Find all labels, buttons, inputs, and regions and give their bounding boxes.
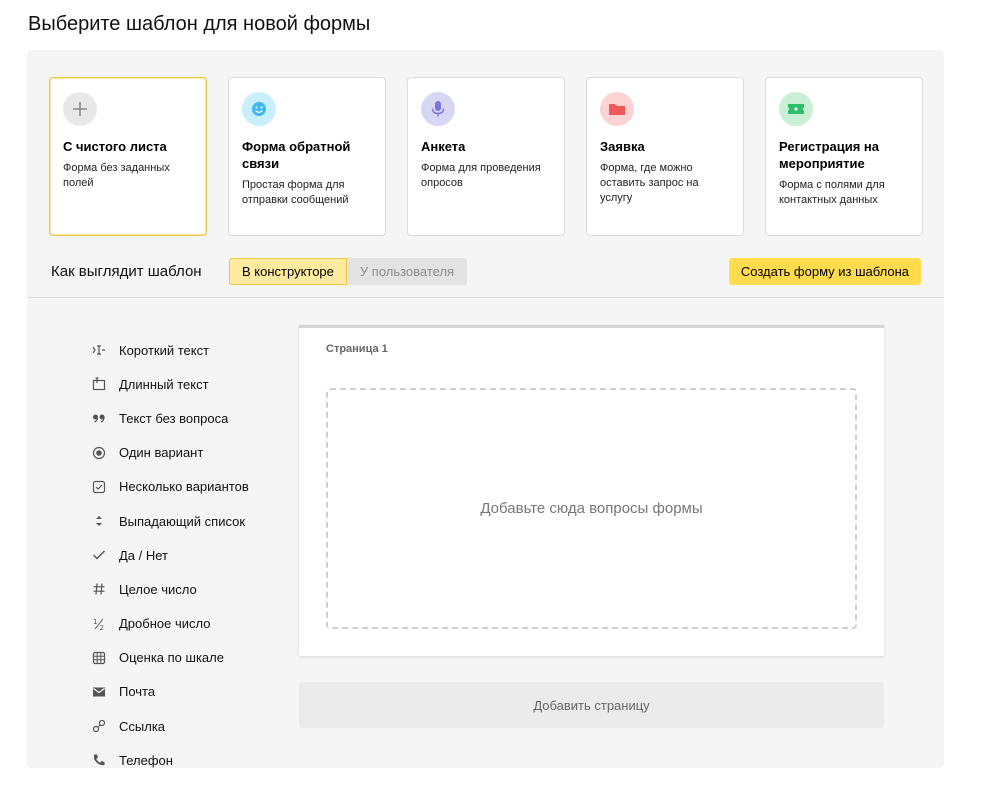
field-item-multiple-choice[interactable]: Несколько вариантов	[89, 470, 289, 504]
template-card-survey[interactable]: Анкета Форма для проведения опросов	[407, 77, 565, 236]
svg-text:1: 1	[93, 618, 97, 626]
field-label: Текст без вопроса	[119, 410, 229, 426]
template-panel: С чистого листа Форма без заданных полей…	[27, 50, 944, 768]
template-card-feedback[interactable]: Форма обратной связи Простая форма для о…	[228, 77, 386, 236]
field-item-decimal[interactable]: 12 Дробное число	[89, 607, 289, 641]
field-item-link[interactable]: Ссылка	[89, 709, 289, 743]
field-item-integer[interactable]: Целое число	[89, 572, 289, 606]
field-item-dropdown[interactable]: Выпадающий список	[89, 504, 289, 538]
field-item-single-choice[interactable]: Один вариант	[89, 436, 289, 470]
tab-constructor[interactable]: В конструкторе	[229, 258, 347, 285]
template-title: Анкета	[421, 139, 466, 154]
template-cards: С чистого листа Форма без заданных полей…	[49, 77, 923, 236]
view-toggle-row: Как выглядит шаблон В конструкторе У пол…	[27, 258, 944, 298]
form-page-canvas: Страница 1 Добавьте сюда вопросы формы	[299, 325, 884, 656]
ticket-icon	[779, 92, 813, 126]
field-label: Длинный текст	[119, 376, 209, 392]
view-label: Как выглядит шаблон	[51, 263, 202, 280]
smile-icon	[242, 92, 276, 126]
template-card-blank[interactable]: С чистого листа Форма без заданных полей	[49, 77, 207, 236]
template-card-request[interactable]: Заявка Форма, где можно оставить запрос …	[586, 77, 744, 236]
checkbox-icon	[89, 478, 109, 496]
microphone-icon	[421, 92, 455, 126]
field-item-long-text[interactable]: Длинный текст	[89, 367, 289, 401]
fraction-icon: 12	[89, 615, 109, 633]
grid-icon	[89, 649, 109, 667]
field-item-text-no-question[interactable]: Текст без вопроса	[89, 401, 289, 435]
page-title: Выберите шаблон для новой формы	[28, 13, 371, 35]
hash-icon	[89, 580, 109, 598]
mail-icon	[89, 683, 109, 701]
template-description: Форма без заданных полей	[63, 162, 170, 189]
radio-icon	[89, 444, 109, 462]
phone-icon	[89, 751, 109, 769]
long-text-icon	[89, 375, 109, 393]
field-item-phone[interactable]: Телефон	[89, 743, 289, 777]
field-item-yes-no[interactable]: Да / Нет	[89, 538, 289, 572]
template-title: С чистого листа	[63, 139, 167, 154]
field-label: Несколько вариантов	[119, 479, 249, 495]
tab-user-view[interactable]: У пользователя	[346, 258, 468, 285]
field-label: Дробное число	[119, 616, 211, 632]
field-label: Телефон	[119, 752, 173, 768]
page-label: Страница 1	[326, 343, 388, 355]
divider	[27, 297, 944, 298]
folder-icon	[600, 92, 634, 126]
dropdown-icon	[89, 512, 109, 530]
short-text-icon	[89, 341, 109, 359]
svg-text:2: 2	[100, 624, 104, 631]
template-description: Простая форма для отправки сообщений	[242, 179, 349, 206]
field-palette: Короткий текст Длинный текст Текст без в…	[89, 333, 289, 777]
create-from-template-button[interactable]: Создать форму из шаблона	[728, 258, 921, 285]
plus-icon	[63, 92, 97, 126]
template-card-registration[interactable]: Регистрация на мероприятие Форма с полям…	[765, 77, 923, 236]
link-icon	[89, 717, 109, 735]
field-label: Выпадающий список	[119, 513, 246, 529]
question-dropzone[interactable]: Добавьте сюда вопросы формы	[326, 388, 857, 629]
add-page-button[interactable]: Добавить страницу	[299, 682, 884, 728]
field-label: Оценка по шкале	[119, 650, 224, 666]
template-description: Форма, где можно оставить запрос на услу…	[600, 162, 699, 204]
template-title: Форма обратной связи	[242, 139, 351, 171]
quote-icon	[89, 409, 109, 427]
field-label: Да / Нет	[119, 547, 169, 563]
field-label: Один вариант	[119, 445, 204, 461]
template-description: Форма с полями для контактных данных	[779, 179, 885, 206]
field-label: Почта	[119, 684, 156, 700]
field-label: Ссылка	[119, 718, 166, 734]
field-item-short-text[interactable]: Короткий текст	[89, 333, 289, 367]
dropzone-text: Добавьте сюда вопросы формы	[480, 500, 703, 517]
check-icon	[89, 546, 109, 564]
field-item-email[interactable]: Почта	[89, 675, 289, 709]
field-label: Целое число	[119, 581, 197, 597]
template-title: Заявка	[600, 139, 645, 154]
field-label: Короткий текст	[119, 342, 210, 358]
template-title: Регистрация на мероприятие	[779, 139, 880, 171]
view-mode-toggle: В конструкторе У пользователя	[229, 258, 468, 285]
template-description: Форма для проведения опросов	[421, 162, 541, 189]
field-item-scale-rating[interactable]: Оценка по шкале	[89, 641, 289, 675]
